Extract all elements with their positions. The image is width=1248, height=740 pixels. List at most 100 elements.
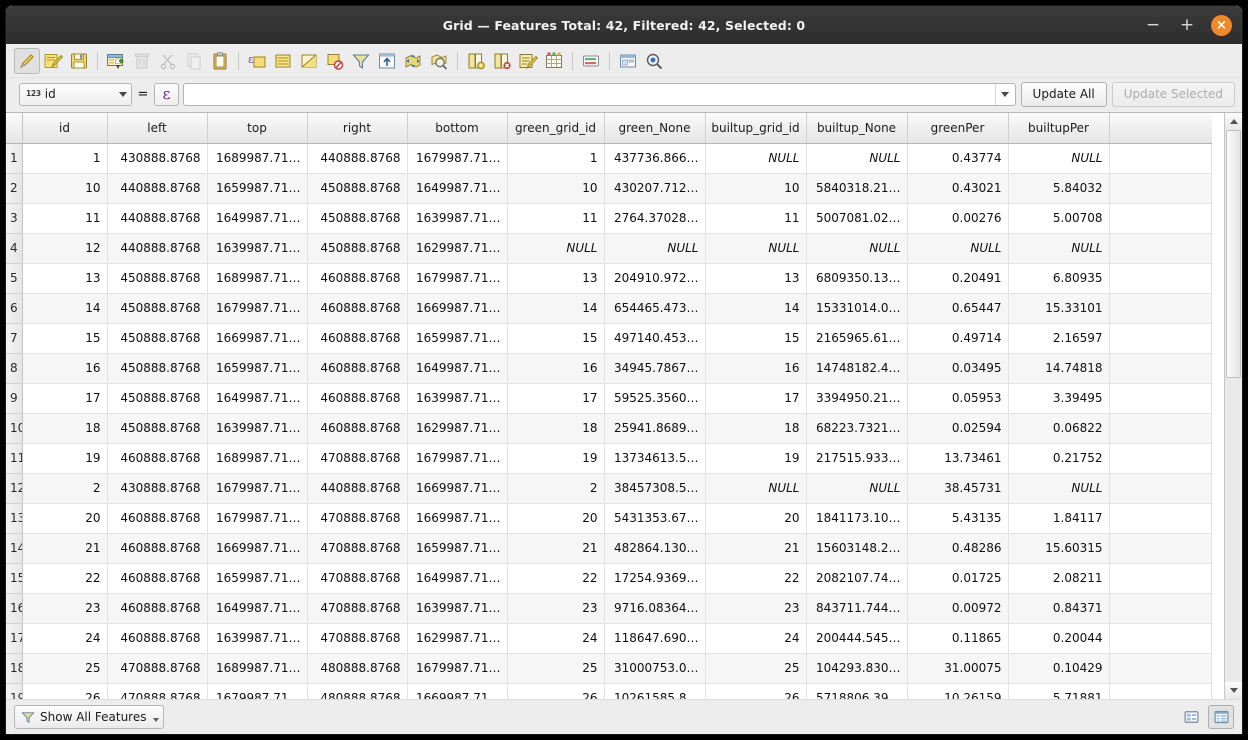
table-row[interactable]: 9 17 450888.8768 1649987.71… 460888.8768 1639… bbox=[6, 383, 1212, 414]
cell-top[interactable]: 1659987.71… bbox=[207, 563, 308, 594]
cell-green_grid_id[interactable]: 2 bbox=[507, 473, 605, 504]
table-row[interactable]: 1522460888.87681659987.71…470888.8768164… bbox=[6, 563, 1212, 594]
cell-greenPer[interactable]: 0.02594 bbox=[907, 413, 1009, 444]
cell-builtup_None[interactable]: NULL bbox=[806, 233, 908, 264]
column-header-top[interactable]: top bbox=[207, 113, 308, 144]
row-header[interactable]: 11 bbox=[6, 443, 23, 474]
cell-right[interactable]: 450888.8768 bbox=[307, 203, 408, 234]
cell-top[interactable]: 1679987.71… bbox=[207, 293, 308, 324]
cell-right[interactable]: 460888.8768 bbox=[307, 293, 408, 324]
row-header[interactable]: 15 bbox=[6, 563, 23, 594]
cell-builtupPer[interactable]: 14.74818 bbox=[1008, 353, 1110, 384]
cell-left[interactable]: 450888.8768 bbox=[107, 263, 208, 294]
cell-builtup_grid_id[interactable]: 17 bbox=[705, 383, 807, 414]
conditional-formatting-icon[interactable] bbox=[541, 48, 567, 74]
cell-builtupPer[interactable]: 5.71881 bbox=[1008, 683, 1110, 699]
save-edits-icon[interactable] bbox=[40, 48, 66, 74]
cell-greenPer[interactable]: 0.01725 bbox=[907, 563, 1009, 594]
cell-left[interactable]: 460888.8768 bbox=[107, 503, 208, 534]
scrollbar-thumb[interactable] bbox=[1226, 130, 1241, 379]
column-header-builtup_grid_id[interactable]: builtup_grid_id bbox=[705, 113, 807, 144]
cell-builtup_grid_id[interactable]: 25 bbox=[705, 653, 807, 684]
cell-right[interactable]: 450888.8768 bbox=[307, 233, 408, 264]
cell-builtup_grid_id[interactable]: 10 bbox=[705, 173, 807, 204]
pan-map-to-selection-icon[interactable] bbox=[400, 48, 426, 74]
cell-bottom[interactable]: 1679987.71… bbox=[407, 143, 508, 174]
toggle-editing-icon[interactable] bbox=[14, 47, 40, 74]
expression-builder-button[interactable]: ε bbox=[154, 82, 179, 106]
cell-builtup_None[interactable]: NULL bbox=[806, 473, 908, 504]
cell-builtupPer[interactable]: 15.60315 bbox=[1008, 533, 1110, 564]
cell-left[interactable]: 460888.8768 bbox=[107, 593, 208, 624]
cell-id[interactable]: 16 bbox=[22, 353, 108, 384]
cell-green_grid_id[interactable]: 19 bbox=[507, 443, 605, 474]
table-row[interactable]: 7 15 450888.8768 1669987.71… 460888.8768 1659… bbox=[6, 323, 1212, 354]
row-header[interactable]: 5 bbox=[6, 263, 23, 294]
cell-greenPer[interactable]: 0.48286 bbox=[907, 533, 1009, 564]
cell-builtup_grid_id[interactable]: NULL bbox=[705, 143, 807, 174]
cell-top[interactable]: 1639987.71… bbox=[207, 623, 308, 654]
cell-left[interactable]: 470888.8768 bbox=[107, 653, 208, 684]
column-header-builtup_None[interactable]: builtup_None bbox=[806, 113, 908, 144]
cell-id[interactable]: 12 bbox=[22, 233, 108, 264]
cell-id[interactable]: 11 bbox=[22, 203, 108, 234]
column-header-right[interactable]: right bbox=[307, 113, 408, 144]
cell-bottom[interactable]: 1679987.71… bbox=[407, 443, 508, 474]
cell-right[interactable]: 460888.8768 bbox=[307, 323, 408, 354]
save-layer-edits-icon[interactable] bbox=[66, 48, 92, 74]
cell-bottom[interactable]: 1629987.71… bbox=[407, 623, 508, 654]
cell-bottom[interactable]: 1669987.71… bbox=[407, 683, 508, 699]
cell-top[interactable]: 1649987.71… bbox=[207, 593, 308, 624]
cell-right[interactable]: 480888.8768 bbox=[307, 653, 408, 684]
cell-green_grid_id[interactable]: 22 bbox=[507, 563, 605, 594]
cell-id[interactable]: 24 bbox=[22, 623, 108, 654]
cell-left[interactable]: 450888.8768 bbox=[107, 293, 208, 324]
cell-bottom[interactable]: 1639987.71… bbox=[407, 593, 508, 624]
column-header-left[interactable]: left bbox=[107, 113, 208, 144]
cell-builtup_None[interactable]: 5007081.02… bbox=[806, 203, 908, 234]
cell-green_None[interactable]: 59525.3560… bbox=[604, 383, 706, 414]
cell-green_grid_id[interactable]: 16 bbox=[507, 353, 605, 384]
row-header[interactable]: 7 bbox=[6, 323, 23, 354]
cell-green_grid_id[interactable]: 17 bbox=[507, 383, 605, 414]
cell-left[interactable]: 450888.8768 bbox=[107, 323, 208, 354]
table-row[interactable]: 1825470888.87681689987.71…480888.8768167… bbox=[6, 653, 1212, 684]
cell-greenPer[interactable]: 31.00075 bbox=[907, 653, 1009, 684]
cell-top[interactable]: 1689987.71… bbox=[207, 443, 308, 474]
cell-right[interactable]: 460888.8768 bbox=[307, 413, 408, 444]
cell-builtup_None[interactable]: 5718806.39… bbox=[806, 683, 908, 699]
row-header[interactable]: 17 bbox=[6, 623, 23, 654]
table-row[interactable]: 1018450888.87681639987.71…460888.8768162… bbox=[6, 413, 1212, 444]
cell-builtup_grid_id[interactable]: 11 bbox=[705, 203, 807, 234]
cell-top[interactable]: 1669987.71… bbox=[207, 323, 308, 354]
column-header-bottom[interactable]: bottom bbox=[407, 113, 508, 144]
cell-left[interactable]: 430888.8768 bbox=[107, 143, 208, 174]
cell-green_grid_id[interactable]: 10 bbox=[507, 173, 605, 204]
cell-bottom[interactable]: 1629987.71… bbox=[407, 413, 508, 444]
cell-id[interactable]: 15 bbox=[22, 323, 108, 354]
cell-right[interactable]: 440888.8768 bbox=[307, 143, 408, 174]
row-header[interactable]: 9 bbox=[6, 383, 23, 414]
column-header-builtupPer[interactable]: builtupPer bbox=[1008, 113, 1110, 144]
cell-builtupPer[interactable]: 2.16597 bbox=[1008, 323, 1110, 354]
cell-id[interactable]: 22 bbox=[22, 563, 108, 594]
cell-green_None[interactable]: 38457308.5… bbox=[604, 473, 706, 504]
row-header[interactable]: 18 bbox=[6, 653, 23, 684]
cell-green_grid_id[interactable]: 24 bbox=[507, 623, 605, 654]
cell-bottom[interactable]: 1669987.71… bbox=[407, 473, 508, 504]
organize-columns-icon[interactable] bbox=[578, 48, 604, 74]
cell-green_grid_id[interactable]: 15 bbox=[507, 323, 605, 354]
cell-id[interactable]: 17 bbox=[22, 383, 108, 414]
cell-green_grid_id[interactable]: NULL bbox=[507, 233, 605, 264]
new-field-icon[interactable] bbox=[463, 48, 489, 74]
close-button[interactable]: × bbox=[1211, 14, 1232, 36]
cell-top[interactable]: 1649987.71… bbox=[207, 383, 308, 414]
cell-right[interactable]: 470888.8768 bbox=[307, 503, 408, 534]
zoom-map-to-selection-icon[interactable] bbox=[426, 48, 452, 74]
column-header-green_grid_id[interactable]: green_grid_id bbox=[507, 113, 605, 144]
search-features-icon[interactable] bbox=[641, 48, 667, 74]
cell-builtup_grid_id[interactable]: 24 bbox=[705, 623, 807, 654]
cell-builtup_None[interactable]: 2165965.61… bbox=[806, 323, 908, 354]
cell-greenPer[interactable]: 38.45731 bbox=[907, 473, 1009, 504]
update-value-combo[interactable] bbox=[183, 82, 1016, 106]
